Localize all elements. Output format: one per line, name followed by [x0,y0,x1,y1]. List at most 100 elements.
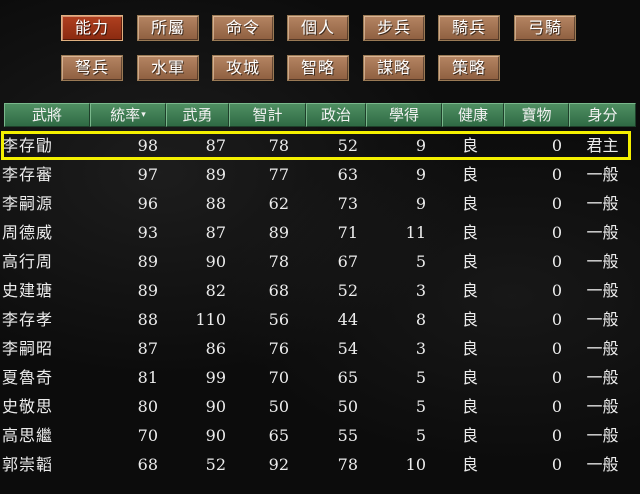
tab-2-4[interactable]: 智略 [287,55,349,81]
tab-2-5[interactable]: 謀略 [363,55,425,81]
cell-zhi: 77 [268,165,289,184]
tab-2-6[interactable]: 策略 [438,55,500,81]
column-header-4[interactable]: 智計 [229,103,306,127]
tab-2-2[interactable]: 水軍 [137,55,199,81]
cell-health: 良 [461,223,478,242]
cell-zheng: 52 [337,281,358,300]
cell-health: 良 [461,455,478,474]
column-header-label: 學得 [388,106,419,124]
cell-status: 一般 [586,281,619,300]
cell-treasure: 0 [551,368,562,387]
column-header-6[interactable]: 學得 [366,103,442,127]
cell-zhi: 78 [268,252,289,271]
cell-xue: 5 [415,397,426,416]
cell-tong: 81 [137,368,158,387]
tab-1-7[interactable]: 弓騎 [514,15,576,41]
cell-name: 李嗣昭 [2,339,54,358]
cell-tong: 68 [137,455,158,474]
cell-zheng: 63 [337,165,358,184]
cell-zhi: 56 [268,310,289,329]
table-row[interactable]: 李嗣昭 87 86 76 54 3 良 0 一般 [2,335,636,362]
table-row[interactable]: 高行周 89 90 78 67 5 良 0 一般 [2,248,636,275]
column-header-2[interactable]: 統率▾ [90,103,166,127]
cell-xue: 9 [415,194,426,213]
tab-1-2[interactable]: 所屬 [137,15,199,41]
cell-wu: 90 [205,397,226,416]
column-header-label: 寶物 [521,106,552,124]
cell-treasure: 0 [551,310,562,329]
cell-name: 史建瑭 [2,281,54,300]
cell-zhi: 76 [268,339,289,358]
tab-1-1[interactable]: 能力 [61,15,123,41]
cell-zhi: 70 [268,368,289,387]
table-row[interactable]: 李存勖 98 87 78 52 9 良 0 君主 [2,132,636,159]
cell-wu: 52 [205,455,226,474]
column-header-9[interactable]: 身分 [569,103,636,127]
table-row[interactable]: 夏魯奇 81 99 70 65 5 良 0 一般 [2,364,636,391]
tab-1-3[interactable]: 命令 [212,15,274,41]
table-row[interactable]: 周德威 93 87 89 71 11 良 0 一般 [2,219,636,246]
cell-tong: 89 [137,252,158,271]
cell-xue: 5 [415,426,426,445]
cell-wu: 87 [205,223,226,242]
cell-zhi: 89 [268,223,289,242]
cell-health: 良 [461,426,478,445]
cell-zheng: 73 [337,194,358,213]
column-header-5[interactable]: 政治 [306,103,366,127]
cell-tong: 97 [137,165,158,184]
cell-zhi: 65 [268,426,289,445]
cell-tong: 88 [137,310,158,329]
table-row[interactable]: 李存孝 88 110 56 44 8 良 0 一般 [2,306,636,333]
column-header-7[interactable]: 健康 [442,103,504,127]
column-header-1[interactable]: 武將 [4,103,90,127]
cell-zheng: 54 [337,339,358,358]
cell-name: 郭崇韜 [2,455,54,474]
cell-treasure: 0 [551,136,562,155]
cell-treasure: 0 [551,397,562,416]
cell-tong: 98 [137,136,158,155]
cell-wu: 88 [205,194,226,213]
cell-name: 高思繼 [2,426,54,445]
cell-status: 一般 [586,339,619,358]
cell-xue: 11 [405,223,426,242]
column-header-8[interactable]: 寶物 [504,103,569,127]
cell-health: 良 [461,281,478,300]
cell-health: 良 [461,310,478,329]
cell-status: 一般 [586,368,619,387]
column-header-label: 武將 [31,106,62,124]
cell-xue: 5 [415,368,426,387]
cell-xue: 8 [415,310,426,329]
table-row[interactable]: 李存審 97 89 77 63 9 良 0 一般 [2,161,636,188]
cell-wu: 86 [205,339,226,358]
cell-tong: 87 [137,339,158,358]
cell-wu: 90 [205,426,226,445]
column-header-label: 統率 [110,106,141,124]
tab-1-5[interactable]: 步兵 [363,15,425,41]
column-header-label: 政治 [320,106,351,124]
table-row[interactable]: 史敬思 80 90 50 50 5 良 0 一般 [2,393,636,420]
cell-name: 周德威 [2,223,54,242]
table-row[interactable]: 郭崇韜 68 52 92 78 10 良 0 一般 [2,451,636,478]
tab-2-3[interactable]: 攻城 [212,55,274,81]
cell-xue: 5 [415,252,426,271]
cell-name: 李存孝 [2,310,54,329]
cell-health: 良 [461,136,478,155]
cell-name: 高行周 [2,252,54,271]
cell-health: 良 [461,165,478,184]
tab-2-1[interactable]: 弩兵 [61,55,123,81]
cell-zhi: 68 [268,281,289,300]
tab-1-4[interactable]: 個人 [287,15,349,41]
table-row[interactable]: 高思繼 70 90 65 55 5 良 0 一般 [2,422,636,449]
cell-tong: 89 [137,281,158,300]
cell-xue: 3 [415,281,426,300]
cell-wu: 99 [205,368,226,387]
cell-treasure: 0 [551,252,562,271]
cell-name: 史敬思 [2,397,54,416]
cell-health: 良 [461,368,478,387]
tab-1-6[interactable]: 騎兵 [438,15,500,41]
table-row[interactable]: 史建瑭 89 82 68 52 3 良 0 一般 [2,277,636,304]
cell-wu: 82 [205,281,226,300]
column-header-3[interactable]: 武勇 [166,103,229,127]
table-row[interactable]: 李嗣源 96 88 62 73 9 良 0 一般 [2,190,636,217]
cell-zhi: 50 [268,397,289,416]
